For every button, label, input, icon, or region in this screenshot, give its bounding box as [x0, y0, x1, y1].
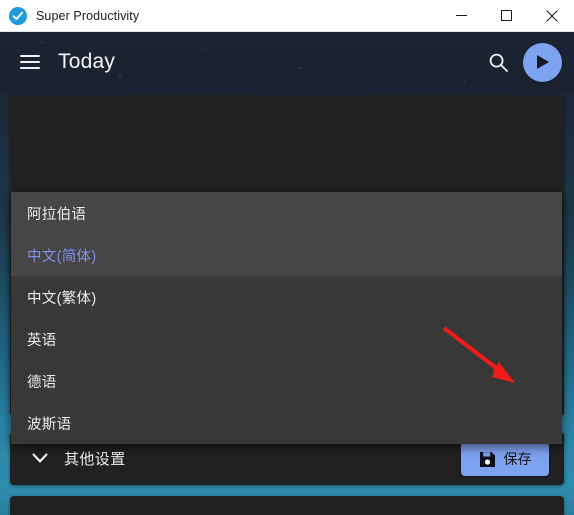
- dropdown-option-german[interactable]: 德语: [11, 360, 562, 402]
- hamburger-menu-button[interactable]: [10, 42, 50, 82]
- save-button[interactable]: 保存: [461, 442, 549, 476]
- dropdown-option-arabic[interactable]: 阿拉伯语: [11, 192, 562, 234]
- hamburger-menu-icon: [20, 51, 40, 73]
- settings-content: 保存 其他设置 阿拉伯语 中文(简体) 中文(繁体) 英语 德语 波斯语: [0, 92, 574, 515]
- search-icon: [489, 53, 508, 72]
- dropdown-option-english[interactable]: 英语: [11, 318, 562, 360]
- check-circle-icon: [9, 6, 27, 25]
- dropdown-option-persian[interactable]: 波斯语: [11, 402, 562, 444]
- dropdown-option-chinese-traditional[interactable]: 中文(繁体): [11, 276, 562, 318]
- maximize-button[interactable]: [484, 0, 529, 31]
- close-icon: [545, 9, 558, 22]
- dropdown-option-chinese-simplified[interactable]: 中文(简体): [11, 234, 562, 276]
- floppy-disk-save-icon: [479, 451, 495, 467]
- maximize-icon: [501, 10, 512, 21]
- search-button[interactable]: [481, 45, 515, 79]
- chevron-down-icon: [28, 447, 52, 471]
- minimize-icon: [456, 15, 467, 16]
- save-button-label: 保存: [503, 451, 532, 467]
- play-icon: [537, 55, 549, 69]
- app-body: Today 保存 其他设置 阿拉伯语 中文(简体) 中文(繁体) 英语 德语 波…: [0, 32, 574, 515]
- window-title: Super Productivity: [36, 8, 140, 23]
- page-title: Today: [58, 50, 116, 73]
- other-settings-label: 其他设置: [64, 451, 126, 468]
- minimize-button[interactable]: [439, 0, 484, 31]
- app-toolbar: Today: [0, 32, 574, 92]
- close-button[interactable]: [529, 0, 574, 31]
- language-dropdown-overlay[interactable]: 阿拉伯语 中文(简体) 中文(繁体) 英语 德语 波斯语: [11, 192, 562, 444]
- next-settings-panel[interactable]: [10, 496, 564, 515]
- play-timer-button[interactable]: [523, 42, 562, 82]
- app-window: Super Productivity Today 保存 其他设置 阿拉伯语 中文…: [0, 0, 574, 515]
- window-titlebar: Super Productivity: [0, 0, 574, 32]
